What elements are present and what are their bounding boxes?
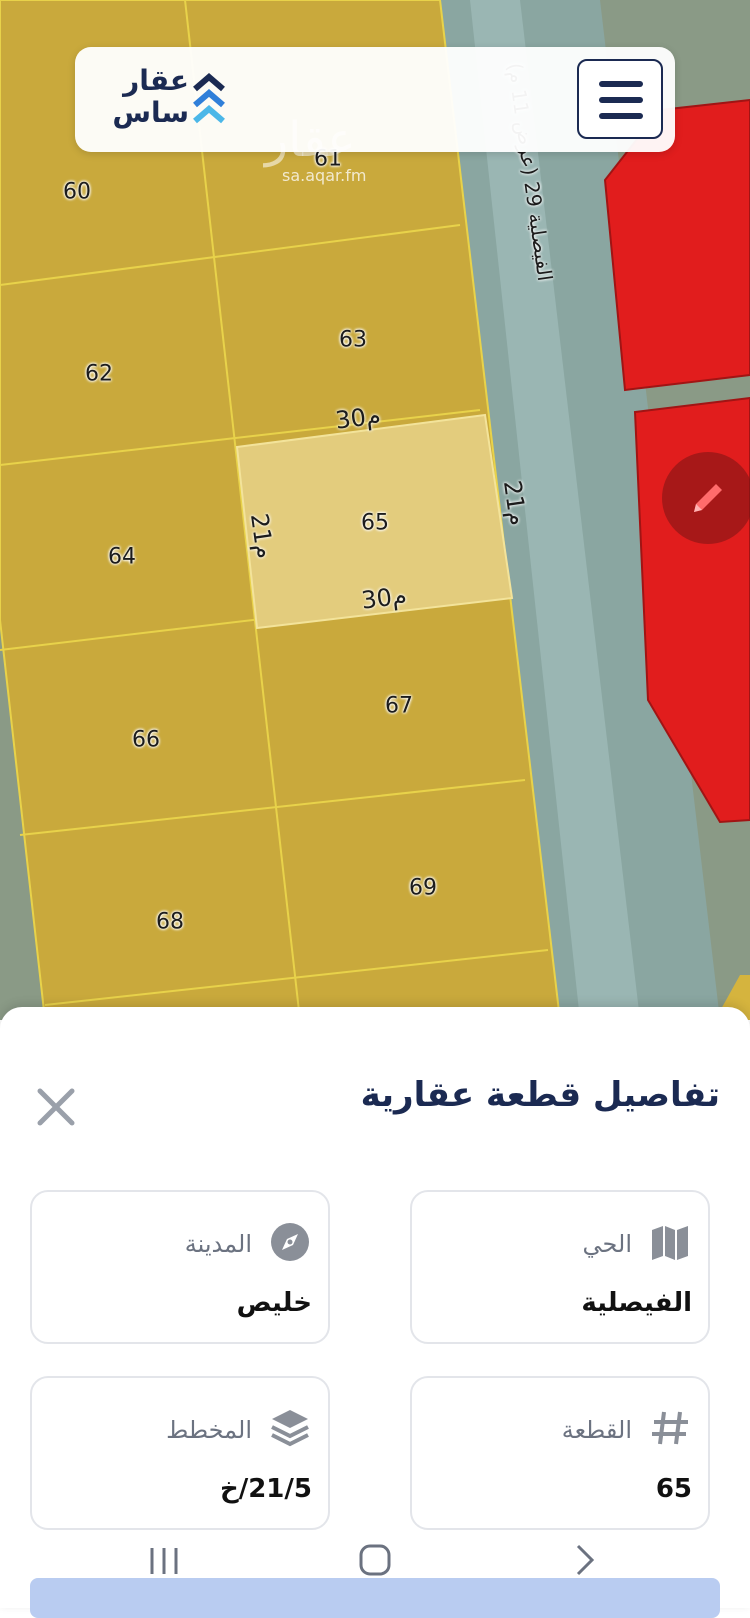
dimension-bottom: 30م	[359, 581, 409, 615]
lot-number-60[interactable]: 60	[63, 180, 91, 205]
district-card: الحي الفيصلية	[410, 1190, 710, 1344]
plot-label: القطعة	[561, 1416, 632, 1444]
logo-line-1: عقار	[123, 64, 189, 97]
hamburger-menu-icon-bar	[599, 113, 643, 119]
plot-value: 65	[655, 1474, 692, 1504]
city-value: خليص	[236, 1288, 312, 1318]
sheet-title: تفاصيل قطعة عقارية	[360, 1075, 720, 1115]
compass-icon	[271, 1223, 309, 1261]
plan-value: 21/5/خ	[219, 1474, 312, 1504]
city-label: المدينة	[184, 1230, 252, 1258]
top-bar: عقار ساس	[75, 47, 675, 152]
logo-wordmark: عقار ساس	[89, 65, 189, 129]
pencil-icon	[694, 484, 722, 512]
plot-details-sheet: تفاصيل قطعة عقارية الحي الفيصلية المدينة…	[0, 1007, 750, 1608]
map-view[interactable]: عقار sa.aqar.fm الفيصلية 29 (عرض 11 م) 6…	[0, 0, 750, 1020]
edit-button[interactable]	[662, 452, 750, 544]
stacked-chevrons-icon	[193, 73, 225, 124]
plot-card: القطعة 65	[410, 1376, 710, 1530]
lot-number-66[interactable]: 66	[132, 728, 160, 753]
app-logo[interactable]: عقار ساس	[89, 65, 229, 135]
plan-card: المخطط 21/5/خ	[30, 1376, 330, 1530]
logo-line-2: ساس	[112, 96, 189, 129]
lot-number-64[interactable]: 64	[108, 545, 136, 570]
dimension-top: 30م	[333, 401, 383, 435]
close-icon[interactable]	[34, 1085, 78, 1129]
hash-icon	[652, 1411, 688, 1445]
menu-button[interactable]	[577, 59, 663, 139]
district-value: الفيصلية	[581, 1288, 692, 1318]
hamburger-menu-icon-bar	[599, 97, 643, 103]
plan-label: المخطط	[166, 1416, 252, 1444]
city-card: المدينة خليص	[30, 1190, 330, 1344]
district-label: الحي	[582, 1230, 632, 1258]
hamburger-menu-icon	[599, 81, 643, 87]
bottom-action-bar[interactable]	[30, 1578, 720, 1618]
lot-number-69[interactable]: 69	[409, 876, 437, 901]
map-icon	[652, 1226, 688, 1260]
lot-number-67[interactable]: 67	[385, 694, 413, 719]
lot-number-63[interactable]: 63	[339, 328, 367, 353]
lot-number-62[interactable]: 62	[85, 362, 113, 387]
lot-number-68[interactable]: 68	[156, 910, 184, 935]
layers-icon	[271, 1410, 309, 1447]
lot-number-65[interactable]: 65	[361, 511, 389, 536]
